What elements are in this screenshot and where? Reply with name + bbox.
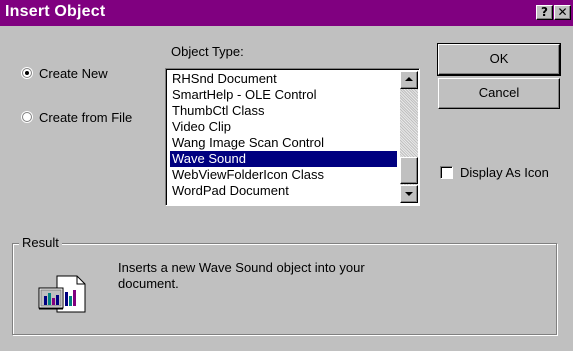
ok-button[interactable]: OK <box>437 43 561 76</box>
list-item[interactable]: Video Clip <box>170 119 397 135</box>
scroll-up-button[interactable] <box>400 71 418 89</box>
result-description: Inserts a new Wave Sound object into you… <box>118 260 365 291</box>
object-type-list[interactable]: RHSnd Document SmartHelp - OLE Control Thu… <box>165 68 420 206</box>
result-legend: Result <box>19 235 62 250</box>
scroll-thumb[interactable] <box>400 157 418 184</box>
list-item[interactable]: Wang Image Scan Control <box>170 135 397 151</box>
vertical-scrollbar[interactable] <box>400 71 418 203</box>
dialog-title: Insert Object <box>5 3 106 20</box>
radio-button-icon[interactable] <box>22 112 32 122</box>
result-group: Result Inserts a new Wave Sound object i… <box>12 235 557 335</box>
scroll-down-button[interactable] <box>400 185 418 203</box>
title-bar[interactable]: Insert Object ? ✕ <box>0 0 573 26</box>
create-from-file-label: Create from File <box>39 110 133 125</box>
help-button[interactable]: ? <box>536 5 553 20</box>
list-item[interactable]: RHSnd Document <box>170 71 397 87</box>
list-item[interactable]: Wave Sound <box>170 151 397 167</box>
list-item[interactable]: WebViewFolderIcon Class <box>170 167 397 183</box>
list-item[interactable]: WordPad Document <box>170 183 397 199</box>
cancel-button[interactable]: Cancel <box>438 78 560 109</box>
create-new-label: Create New <box>39 66 108 81</box>
display-as-icon-label: Display As Icon <box>460 165 549 180</box>
list-item[interactable]: SmartHelp - OLE Control <box>170 87 397 103</box>
arrow-up-icon <box>405 77 413 81</box>
insert-object-result-icon <box>38 275 86 313</box>
close-button[interactable]: ✕ <box>554 5 571 20</box>
list-item[interactable]: ThumbCtl Class <box>170 103 397 119</box>
insert-object-dialog: Insert Object ? ✕ Create New Create from… <box>0 0 573 351</box>
object-type-label: Object Type: <box>171 44 244 59</box>
checkbox-icon[interactable] <box>440 166 453 179</box>
object-type-items: RHSnd Document SmartHelp - OLE Control Thu… <box>170 71 397 199</box>
arrow-down-icon <box>405 192 413 196</box>
radio-button-icon[interactable] <box>22 68 32 78</box>
